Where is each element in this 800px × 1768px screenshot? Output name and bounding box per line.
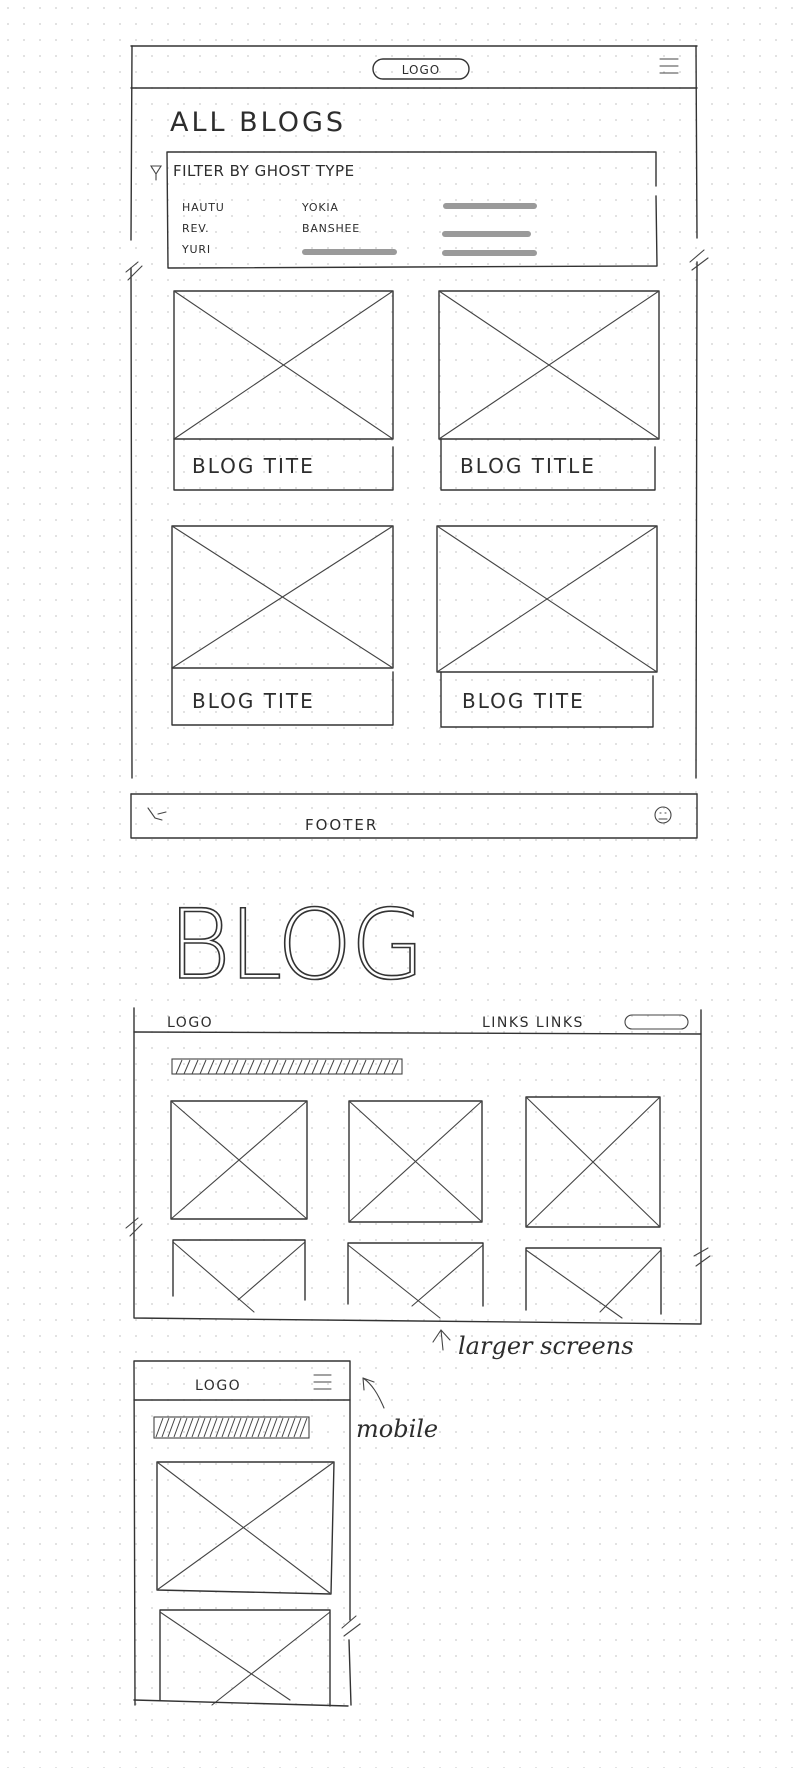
nav-links[interactable]: LINKS LINKS	[482, 1015, 584, 1031]
image-placeholder-cross	[172, 1241, 306, 1313]
feather-icon[interactable]	[147, 807, 167, 821]
desktop-frame	[133, 1007, 702, 1325]
footer-box	[130, 793, 698, 839]
mobile-wireframe: LOGO mobile	[133, 1360, 438, 1707]
blog-card-title: BLOG TITE	[192, 689, 315, 713]
annotation-arrow	[432, 1329, 451, 1351]
wireframe-sketch: LOGO ALL BLOGS FILTER BY GHOST TYPE HAUT…	[125, 45, 711, 1707]
filter-option[interactable]: REV.	[182, 222, 209, 235]
image-placeholder-cross	[173, 290, 394, 440]
image-placeholder[interactable]	[159, 1609, 331, 1707]
listing-wireframe: LOGO ALL BLOGS FILTER BY GHOST TYPE HAUT…	[125, 45, 709, 839]
logo: LOGO	[402, 63, 440, 77]
break-mark-right	[689, 249, 709, 271]
frame-right-edge-lower	[695, 261, 698, 779]
image-placeholder-cross	[438, 290, 660, 440]
blog-card-title: BLOG TITE	[192, 454, 315, 478]
blog-card[interactable]: BLOG TITLE	[438, 290, 660, 491]
title-placeholder-hatching	[175, 1059, 399, 1075]
blog-card-title: BLOG TITE	[462, 689, 585, 713]
mobile-frame	[133, 1360, 352, 1706]
image-placeholder-cross	[156, 1461, 335, 1595]
break-mark-right	[341, 1615, 361, 1637]
frame-left-edge-lower	[130, 267, 133, 779]
nav-button[interactable]	[624, 1014, 689, 1030]
mobile-logo[interactable]: LOGO	[195, 1378, 241, 1394]
frame-right-edge-upper	[695, 45, 698, 239]
image-placeholder-cross	[436, 525, 658, 673]
blog-card[interactable]: BLOG TITE	[436, 525, 658, 728]
filter-option[interactable]: BANSHEE	[302, 222, 360, 235]
filter-panel[interactable]: FILTER BY GHOST TYPE HAUTU REV. YURI YOK…	[150, 151, 658, 269]
blog-card-title: BLOG TITLE	[460, 454, 596, 478]
filter-option[interactable]: YURI	[181, 243, 211, 256]
image-placeholder-cross	[525, 1096, 661, 1228]
footer: FOOTER	[130, 793, 698, 839]
image-placeholder-cross	[159, 1611, 331, 1706]
image-placeholder-cross	[347, 1244, 484, 1319]
image-placeholder-cross	[348, 1100, 483, 1223]
header: LOGO	[130, 58, 698, 89]
section-heading: BLOG	[168, 889, 423, 1001]
blog-card[interactable]: BLOG TITE	[171, 525, 394, 726]
mobile-frame-bottom	[133, 1699, 349, 1707]
image-placeholder[interactable]	[525, 1247, 662, 1315]
image-placeholder-cross	[525, 1249, 662, 1319]
desktop-header-divider	[133, 1031, 702, 1035]
footer-label: FOOTER	[305, 816, 378, 834]
image-placeholder[interactable]	[347, 1242, 484, 1307]
blog-card[interactable]: BLOG TITE	[173, 290, 394, 491]
frame-left-edge-upper	[130, 45, 133, 241]
break-mark-left	[125, 261, 143, 281]
desktop-logo[interactable]: LOGO	[167, 1015, 213, 1031]
ghost-icon[interactable]	[654, 806, 672, 824]
ghost-icon-face	[658, 812, 668, 820]
annotation-larger-screens: larger screens	[458, 1332, 634, 1360]
menu-icon[interactable]	[659, 58, 679, 74]
menu-icon[interactable]	[313, 1374, 332, 1390]
filter-icon[interactable]	[150, 165, 162, 181]
annotation-arrow	[362, 1377, 385, 1409]
image-placeholder-cross	[171, 525, 394, 669]
desktop-wireframe: LOGO LINKS LINKS larger screens	[125, 1007, 711, 1360]
page-title: ALL BLOGS	[170, 107, 346, 138]
break-mark-right	[693, 1247, 711, 1267]
filter-label: FILTER BY GHOST TYPE	[173, 162, 355, 180]
image-placeholder-cross	[170, 1100, 308, 1220]
image-placeholder[interactable]	[172, 1239, 306, 1301]
title-placeholder-hatching	[155, 1417, 308, 1438]
filter-option[interactable]: YOKIA	[301, 201, 339, 214]
annotation-mobile: mobile	[356, 1415, 438, 1443]
filter-option[interactable]: HAUTU	[182, 201, 225, 214]
title-placeholder	[171, 1058, 403, 1075]
